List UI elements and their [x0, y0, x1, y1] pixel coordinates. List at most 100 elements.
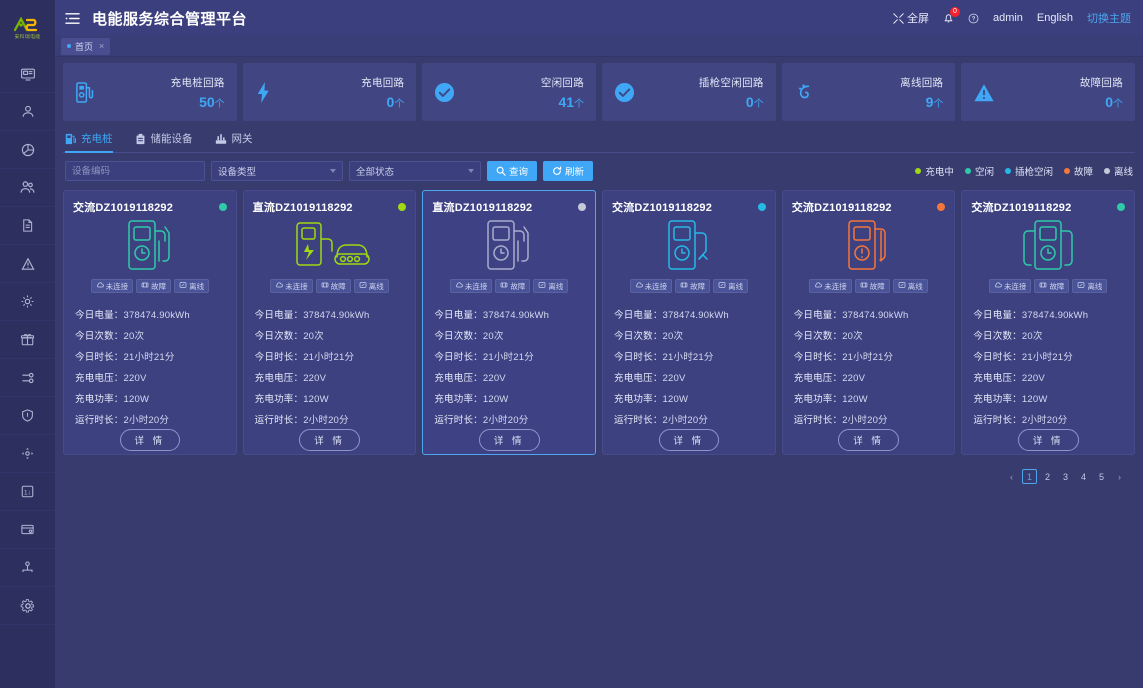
sidebar-item-reports[interactable]	[0, 207, 55, 245]
stat-card-fault-loops[interactable]: 故障回路 0个	[961, 63, 1136, 121]
tab-storage-device[interactable]: 储能设备	[135, 131, 193, 153]
stat-card-plugged-idle-loops[interactable]: 插枪空闲回路 0个	[602, 63, 776, 121]
top-header: 电能服务综合管理平台 全屏 0 admin English 切换主题	[55, 0, 1143, 36]
sidebar-item-meter[interactable]: 1↓	[0, 473, 55, 511]
device-status-tags: 未连接 故障 离线	[432, 279, 586, 293]
close-icon[interactable]: ×	[99, 41, 104, 51]
device-card[interactable]: 交流DZ1019118292 未连接 故障 离线 今日电量：378474.90kWh 今日…	[63, 190, 237, 455]
device-card-grid: 交流DZ1019118292 未连接 故障 离线 今日电量：378474.90kWh 今日…	[63, 190, 1136, 455]
user-menu[interactable]: admin	[993, 12, 1023, 24]
device-card[interactable]: 直流DZ1019118292 未连接 故障 离线 今日电量：378474.90kWh 今日…	[242, 190, 417, 455]
pagination-page-2[interactable]: 2	[1040, 469, 1055, 484]
device-tag-未连接[interactable]: 未连接	[90, 279, 134, 293]
detail-button[interactable]: 详 情	[478, 429, 540, 451]
pagination-page-5[interactable]: 5	[1094, 469, 1109, 484]
device-tag-label: 离线	[548, 281, 564, 291]
device-tag-label: 未连接	[105, 281, 129, 291]
breadcrumb-tab-home[interactable]: 首页 ×	[61, 37, 111, 55]
sidebar-item-devices[interactable]	[0, 283, 55, 321]
detail-button[interactable]: 详 情	[658, 429, 720, 451]
device-tag-离线[interactable]: 离线	[892, 279, 928, 293]
sidebar-item-organization[interactable]	[0, 549, 55, 587]
device-tag-离线[interactable]: 离线	[353, 279, 389, 293]
device-tag-离线[interactable]: 离线	[533, 279, 569, 293]
device-tag-故障[interactable]: 故障	[854, 279, 890, 293]
pagination-next[interactable]: ›	[1112, 469, 1127, 484]
legend-label: 空闲	[974, 167, 994, 178]
device-tag-故障[interactable]: 故障	[495, 279, 531, 293]
notifications-button[interactable]: 0	[943, 7, 960, 24]
search-button[interactable]: 查询	[487, 161, 538, 181]
device-tag-未连接[interactable]: 未连接	[629, 279, 673, 293]
gauge-icon	[500, 281, 508, 291]
pagination-page-3[interactable]: 3	[1058, 469, 1073, 484]
menu-toggle-icon[interactable]	[65, 12, 80, 25]
sidebar-item-control[interactable]	[0, 435, 55, 473]
sidebar-item-person[interactable]	[0, 93, 55, 131]
device-card[interactable]: 直流DZ1019118292 未连接 故障 离线 今日电量：378474.90kWh 今日…	[422, 190, 597, 455]
device-tag-未连接[interactable]: 未连接	[449, 279, 493, 293]
device-tag-故障[interactable]: 故障	[675, 279, 711, 293]
device-card[interactable]: 交流DZ1019118292 未连接 故障 离线 今日电量：378474.90kWh 今日…	[781, 190, 956, 455]
theme-switch[interactable]: 切换主题	[1087, 10, 1131, 26]
refresh-button[interactable]: 刷新	[543, 161, 594, 181]
help-button[interactable]	[968, 13, 979, 24]
status-badge	[937, 203, 946, 211]
device-tag-label: 未连接	[824, 281, 847, 291]
plug-icon	[794, 81, 815, 103]
sidebar-item-alarms[interactable]	[0, 245, 55, 283]
device-tag-故障[interactable]: 故障	[315, 279, 351, 293]
cloud-icon	[96, 281, 104, 291]
sidebar-item-marketing[interactable]	[0, 321, 55, 359]
pagination-page-1[interactable]: 1	[1022, 469, 1037, 484]
device-tag-离线[interactable]: 离线	[713, 279, 749, 293]
sidebar-item-settings[interactable]	[0, 587, 55, 625]
tab-gateway[interactable]: 网关	[215, 131, 253, 153]
metric-power: 充电功率：120W	[973, 393, 1048, 405]
username-label: admin	[992, 12, 1023, 24]
status-badge	[1117, 203, 1126, 211]
stat-value: 0个	[386, 93, 405, 110]
device-tag-离线[interactable]: 离线	[174, 279, 210, 293]
sidebar-item-billing[interactable]	[0, 511, 55, 549]
device-tag-未连接[interactable]: 未连接	[988, 279, 1032, 293]
stat-text: 充电回路 0个	[361, 75, 404, 110]
device-card-title: 交流DZ1019118292	[73, 202, 174, 214]
status-select[interactable]: 全部状态	[349, 161, 481, 181]
device-tag-离线[interactable]: 离线	[1072, 279, 1108, 293]
device-tag-未连接[interactable]: 未连接	[809, 279, 852, 293]
detail-button[interactable]: 详 情	[1017, 429, 1079, 451]
fullscreen-button[interactable]: 全屏	[893, 10, 929, 26]
tab-charging-pile[interactable]: 充电桩	[65, 131, 113, 153]
device-code-input[interactable]	[65, 161, 205, 181]
detail-button[interactable]: 详 情	[119, 429, 181, 451]
card-footer: 详 情	[612, 429, 766, 460]
stat-card-idle-loops[interactable]: 空闲回路 41个	[422, 63, 597, 121]
check-circle-icon	[614, 82, 635, 103]
stat-card-charging-piles[interactable]: 充电桩回路 50个	[63, 63, 237, 121]
device-tag-未连接[interactable]: 未连接	[270, 279, 313, 293]
sidebar-item-monitor[interactable]	[0, 55, 55, 93]
app-logo[interactable]: 安科瑞电能	[0, 0, 55, 55]
device-type-select[interactable]: 设备类型	[211, 161, 343, 181]
sidebar-item-statistics[interactable]	[0, 131, 55, 169]
sidebar-item-users[interactable]	[0, 169, 55, 207]
metric-runtime: 运行时长：2小时20分	[793, 414, 888, 426]
device-tag-故障[interactable]: 故障	[1034, 279, 1070, 293]
notification-badge: 0	[949, 7, 960, 17]
stat-card-charging-loops[interactable]: 充电回路 0个	[242, 63, 417, 121]
pagination-page-4[interactable]: 4	[1076, 469, 1091, 484]
device-card[interactable]: 交流DZ1019118292 未连接 故障 离线 今日电量：378474.90kWh 今日…	[961, 190, 1136, 455]
language-switch[interactable]: English	[1037, 12, 1073, 24]
device-card[interactable]: 交流DZ1019118292 未连接 故障 离线 今日电量：378474.90kWh 今日…	[602, 190, 776, 455]
detail-button[interactable]: 详 情	[838, 429, 899, 451]
stat-value: 0个	[745, 93, 764, 110]
legend-item-idle: 空闲	[964, 164, 994, 178]
detail-button[interactable]: 详 情	[299, 429, 360, 451]
stat-card-offline-loops[interactable]: 离线回路 9个	[781, 63, 956, 121]
pagination-prev[interactable]: ‹	[1004, 469, 1019, 484]
sidebar-item-dispatch[interactable]	[0, 359, 55, 397]
device-tag-故障[interactable]: 故障	[136, 279, 172, 293]
device-tag-label: 未连接	[644, 281, 668, 291]
sidebar-item-security[interactable]	[0, 397, 55, 435]
